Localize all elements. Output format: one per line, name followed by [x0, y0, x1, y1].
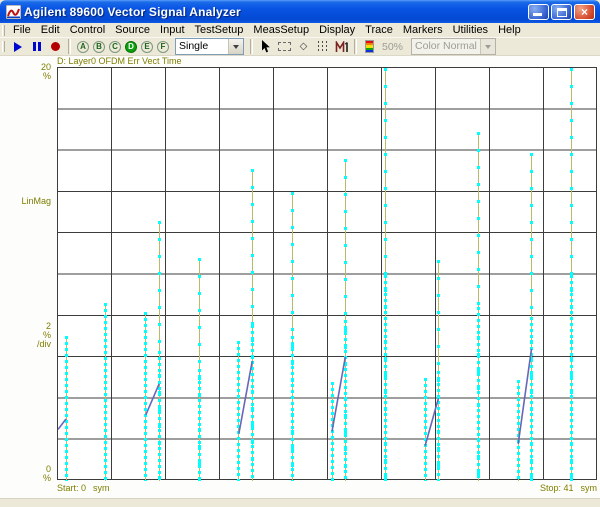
- menubar: FileEditControlSourceInputTestSetupMeasS…: [0, 23, 600, 37]
- select-arrow-button[interactable]: [256, 38, 275, 55]
- vsa-window: Agilent 89600 Vector Signal Analyzer × F…: [0, 0, 600, 507]
- color-mode-dropdown-button: [480, 39, 495, 54]
- measurement-b-button[interactable]: B: [93, 41, 105, 53]
- chevron-down-icon: [233, 45, 239, 49]
- measurement-a-button[interactable]: A: [77, 41, 89, 53]
- menu-item-utilities[interactable]: Utilities: [448, 23, 493, 37]
- measurement-c-button[interactable]: C: [109, 41, 121, 53]
- maximize-button[interactable]: [551, 4, 572, 20]
- pause-button[interactable]: [27, 38, 46, 55]
- zoom-rect-button[interactable]: [275, 38, 294, 55]
- measurement-d-button[interactable]: D: [125, 41, 137, 53]
- avg-segment: [425, 398, 438, 445]
- trace-title: D: Layer0 OFDM Err Vect Time: [57, 56, 182, 66]
- toolbar-grip[interactable]: [2, 41, 5, 52]
- menu-item-trace[interactable]: Trace: [360, 23, 398, 37]
- toolbar: ABCDEF Single ◇ 50% C: [0, 37, 600, 56]
- dashed-rect-icon: [278, 42, 291, 51]
- menu-item-markers[interactable]: Markers: [398, 23, 448, 37]
- band-lines-icon: [318, 41, 327, 52]
- minimize-button[interactable]: [528, 4, 549, 20]
- menu-item-help[interactable]: Help: [493, 23, 526, 37]
- pause-icon: [33, 42, 41, 51]
- titlebar[interactable]: Agilent 89600 Vector Signal Analyzer ×: [0, 0, 600, 23]
- menu-item-file[interactable]: File: [8, 23, 36, 37]
- statusbar: [0, 498, 600, 507]
- marker-m1-icon: [335, 41, 349, 53]
- avg-segment: [146, 384, 159, 415]
- window-title: Agilent 89600 Vector Signal Analyzer: [24, 5, 528, 19]
- record-button[interactable]: [46, 38, 65, 55]
- measurement-e-button[interactable]: E: [141, 41, 153, 53]
- app-icon: [6, 5, 21, 19]
- avg-segment: [58, 419, 66, 429]
- minimize-icon: [533, 13, 542, 16]
- x-axis-start-label: Start: 0sym: [57, 483, 110, 493]
- cursor-arrow-icon: [261, 40, 271, 53]
- marker-m1-button[interactable]: [332, 38, 351, 55]
- diamond-marker-button[interactable]: ◇: [294, 38, 313, 55]
- play-icon: [14, 42, 22, 52]
- color-mode-value: Color Normal: [412, 39, 480, 54]
- y-axis-bottom-unit: %: [0, 474, 51, 483]
- close-button[interactable]: ×: [574, 4, 595, 20]
- menu-item-display[interactable]: Display: [314, 23, 360, 37]
- y-axis-scale-label: LinMag: [0, 197, 51, 206]
- chevron-down-icon: [485, 45, 491, 49]
- maximize-icon: [557, 8, 567, 17]
- toolbar-separator: [354, 39, 357, 54]
- diamond-icon: ◇: [300, 42, 308, 52]
- average-trace-layer: [58, 68, 598, 481]
- x-axis-stop-label: Stop: 41sym: [540, 483, 597, 493]
- band-markers-button[interactable]: [313, 38, 332, 55]
- avg-segment: [332, 357, 345, 431]
- color-mode-select: Color Normal: [411, 38, 496, 55]
- menu-item-source[interactable]: Source: [110, 23, 155, 37]
- toolbar-separator: [250, 39, 253, 54]
- colorbar-icon: [365, 40, 374, 53]
- sweep-mode-dropdown-button[interactable]: [228, 39, 243, 54]
- menu-item-meassetup[interactable]: MeasSetup: [248, 23, 314, 37]
- sweep-mode-select[interactable]: Single: [175, 38, 244, 55]
- record-icon: [51, 42, 60, 51]
- color-scale-button[interactable]: [360, 38, 379, 55]
- measurement-display: D: Layer0 OFDM Err Vect Time 20 % LinMag…: [0, 56, 600, 498]
- menu-item-edit[interactable]: Edit: [36, 23, 65, 37]
- toolbar-separator: [68, 39, 71, 54]
- zoom-level-label: 50%: [382, 41, 403, 53]
- y-axis-top-unit: %: [0, 72, 51, 81]
- avg-segment: [518, 349, 531, 444]
- y-axis-div-suffix: /div: [0, 340, 51, 349]
- menu-item-input[interactable]: Input: [155, 23, 189, 37]
- menubar-grip[interactable]: [2, 25, 5, 36]
- trace-plot[interactable]: [57, 67, 597, 480]
- measurement-f-button[interactable]: F: [157, 41, 169, 53]
- menu-item-testsetup[interactable]: TestSetup: [190, 23, 249, 37]
- play-button[interactable]: [8, 38, 27, 55]
- avg-segment: [239, 361, 252, 433]
- sweep-mode-value: Single: [176, 39, 228, 54]
- menu-item-control[interactable]: Control: [65, 23, 110, 37]
